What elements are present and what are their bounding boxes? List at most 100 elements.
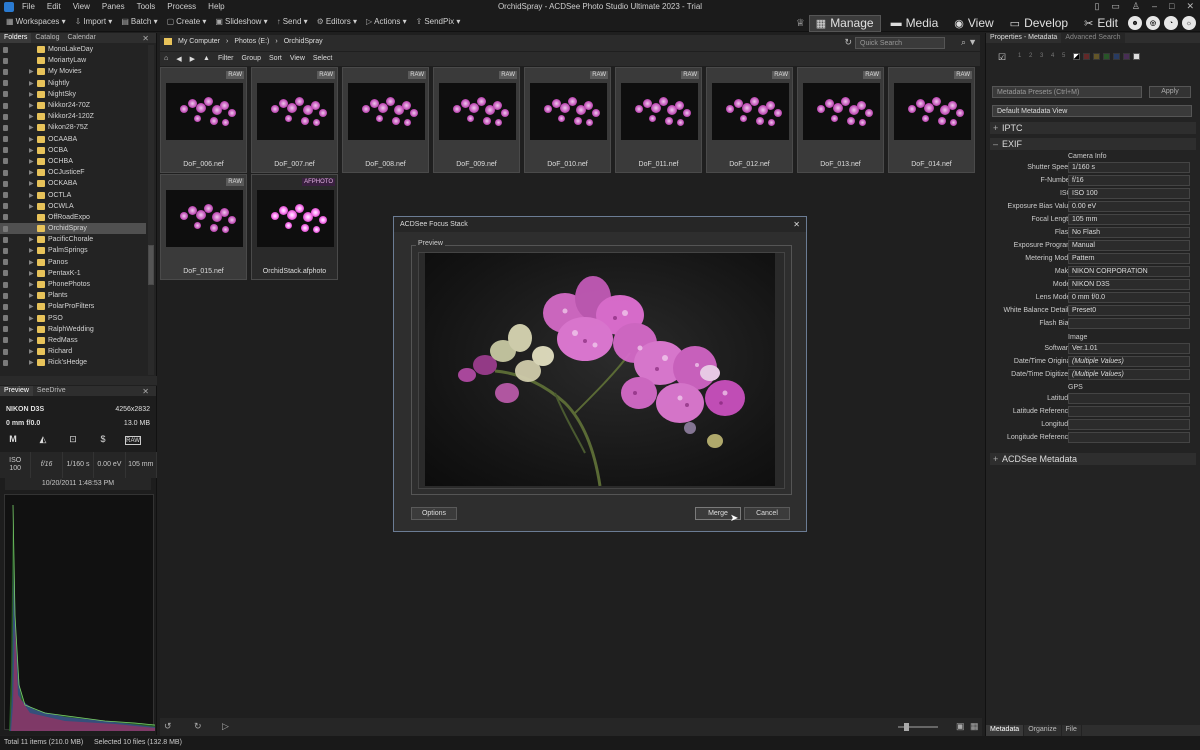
pin-icon[interactable] [3, 136, 8, 143]
expand-arrow-icon[interactable]: ▶ [29, 259, 37, 266]
pin-icon[interactable] [3, 359, 8, 366]
folder-hscrollbar[interactable] [0, 376, 157, 385]
metadata-value[interactable]: f/16 [1068, 175, 1190, 186]
metadata-value[interactable]: (Multiple Values) [1068, 356, 1190, 367]
expand-arrow-icon[interactable]: ▶ [29, 68, 37, 75]
pin-icon[interactable] [3, 214, 8, 221]
folder-item[interactable]: ▶ My Movies [0, 66, 146, 77]
metadata-view-select[interactable]: Default Metadata View [992, 105, 1192, 117]
mode-media[interactable]: ▬ Media [885, 15, 945, 32]
metadata-value[interactable]: 105 mm [1068, 214, 1190, 225]
mode-develop[interactable]: ▭ Develop [1004, 15, 1074, 32]
folder-item[interactable]: ▶ PolarProFilters [0, 301, 146, 312]
folder-item[interactable]: ▶ Nikkor24-120Z [0, 111, 146, 122]
filter-icon[interactable]: ▼ [968, 37, 977, 47]
pin-icon[interactable] [3, 315, 8, 322]
pin-icon[interactable] [3, 180, 8, 187]
color-label-swatch[interactable] [1113, 53, 1120, 60]
folder-item[interactable]: ▶ PhonePhotos [0, 279, 146, 290]
folder-item[interactable]: ▶ OCHBA [0, 156, 146, 167]
thumbnail-item[interactable]: RAW DoF_013.nef [797, 67, 884, 173]
metadata-value[interactable] [1068, 406, 1190, 417]
pin-icon[interactable] [3, 113, 8, 120]
folder-item[interactable]: MoriartyLaw [0, 55, 146, 66]
folder-item[interactable]: ▶ Richard [0, 346, 146, 357]
breadcrumb-root[interactable]: My Computer [178, 38, 220, 45]
scrollbar-thumb[interactable] [148, 245, 154, 285]
expand-arrow-icon[interactable]: ▶ [29, 169, 37, 176]
play-icon[interactable]: ▷ [222, 721, 229, 732]
batch-button[interactable]: ▤ Batch ▾ [121, 17, 157, 26]
metadata-value[interactable] [1068, 432, 1190, 443]
maximize-icon[interactable]: □ [1169, 1, 1174, 12]
folder-item[interactable]: ▶ OCTLA [0, 189, 146, 200]
folder-item[interactable]: ▶ Plants [0, 290, 146, 301]
breadcrumb-folder[interactable]: OrchidSpray [284, 38, 323, 45]
folder-scrollbar[interactable] [148, 45, 154, 375]
folder-item[interactable]: ▶ Nikkor24-70Z [0, 100, 146, 111]
metadata-value[interactable]: 0 mm f/0.0 [1068, 292, 1190, 303]
refresh-icon[interactable]: ↻ [844, 37, 852, 48]
tab-organize[interactable]: Organize [1024, 725, 1062, 736]
folder-item[interactable]: ▶ Rick'sHedge [0, 357, 146, 368]
folder-item[interactable]: ▶ Panos [0, 257, 146, 268]
expand-arrow-icon[interactable]: ▶ [29, 281, 37, 288]
minimize-icon[interactable]: – [1152, 1, 1157, 12]
crown-icon[interactable]: ♕ [796, 18, 805, 29]
rotate-left-icon[interactable]: ↺ [164, 721, 172, 732]
view-mode-icon[interactable]: ▣ [956, 721, 965, 732]
thumbnail-item[interactable]: RAW DoF_011.nef [615, 67, 702, 173]
send-button[interactable]: ↑ Send ▾ [277, 17, 308, 26]
expand-arrow-icon[interactable]: ▶ [29, 147, 37, 154]
folder-item[interactable]: ▶ OCBA [0, 145, 146, 156]
metadata-value[interactable]: ISO 100 [1068, 188, 1190, 199]
metadata-value[interactable]: Preset0 [1068, 305, 1190, 316]
thumbnail-item[interactable]: RAW DoF_008.nef [342, 67, 429, 173]
expand-arrow-icon[interactable]: ▶ [29, 270, 37, 277]
thumbnail-item[interactable]: RAW DoF_006.nef [160, 67, 247, 173]
dashboard-icon[interactable]: ◔ [1164, 16, 1178, 30]
folder-item[interactable]: ▶ PalmSprings [0, 245, 146, 256]
pin-icon[interactable] [3, 281, 8, 288]
expand-arrow-icon[interactable]: ▶ [29, 348, 37, 355]
panel-icon[interactable]: ▭ [1111, 1, 1120, 12]
color-label-swatch[interactable] [1093, 53, 1100, 60]
forward-icon[interactable]: ▶ [190, 55, 195, 63]
panorama-icon[interactable]: ◎ [1146, 16, 1160, 30]
pin-icon[interactable] [3, 102, 8, 109]
expand-arrow-icon[interactable]: ▶ [29, 124, 37, 131]
folder-item[interactable]: OrchidSpray [0, 223, 146, 235]
pin-icon[interactable] [3, 124, 8, 131]
metadata-presets-select[interactable]: Metadata Presets (Ctrl+M) [992, 86, 1142, 98]
zoom-slider-thumb[interactable] [904, 723, 909, 731]
pin-icon[interactable] [3, 303, 8, 310]
up-icon[interactable]: ▲ [203, 55, 210, 63]
rating-number[interactable]: 3 [1040, 53, 1048, 60]
metadata-value[interactable]: NIKON D3S [1068, 279, 1190, 290]
folder-item[interactable]: ▶ OCAABA [0, 134, 146, 145]
pin-icon[interactable] [3, 203, 8, 210]
expand-arrow-icon[interactable]: ▶ [29, 136, 37, 143]
rating-number[interactable]: 2 [1029, 53, 1037, 60]
pin-icon[interactable] [3, 225, 8, 232]
metadata-value[interactable]: Ver.1.01 [1068, 343, 1190, 354]
folder-item[interactable]: OffRoadExpo [0, 212, 146, 223]
layout-icon[interactable]: ▯ [1094, 1, 1099, 12]
mode-manage[interactable]: ▦ Manage [808, 14, 881, 32]
pin-icon[interactable] [3, 80, 8, 87]
breadcrumb-drive[interactable]: Photos (E:) [234, 38, 269, 45]
sort-menu[interactable]: Sort [269, 55, 282, 63]
mode-edit[interactable]: ✂ Edit [1078, 15, 1124, 32]
color-label-clear[interactable] [1133, 53, 1140, 60]
rating-number[interactable]: 1 [1018, 53, 1026, 60]
pin-icon[interactable] [3, 46, 8, 53]
online-icon[interactable]: ☼ [1182, 16, 1196, 30]
rating-number[interactable]: 5 [1062, 53, 1070, 60]
expand-arrow-icon[interactable]: ▶ [29, 113, 37, 120]
pin-icon[interactable] [3, 337, 8, 344]
cancel-button[interactable]: Cancel [744, 507, 790, 520]
metadata-value[interactable]: 1/160 s [1068, 162, 1190, 173]
metadata-value[interactable] [1068, 419, 1190, 430]
metadata-value[interactable]: (Multiple Values) [1068, 369, 1190, 380]
expand-arrow-icon[interactable]: ▶ [29, 192, 37, 199]
